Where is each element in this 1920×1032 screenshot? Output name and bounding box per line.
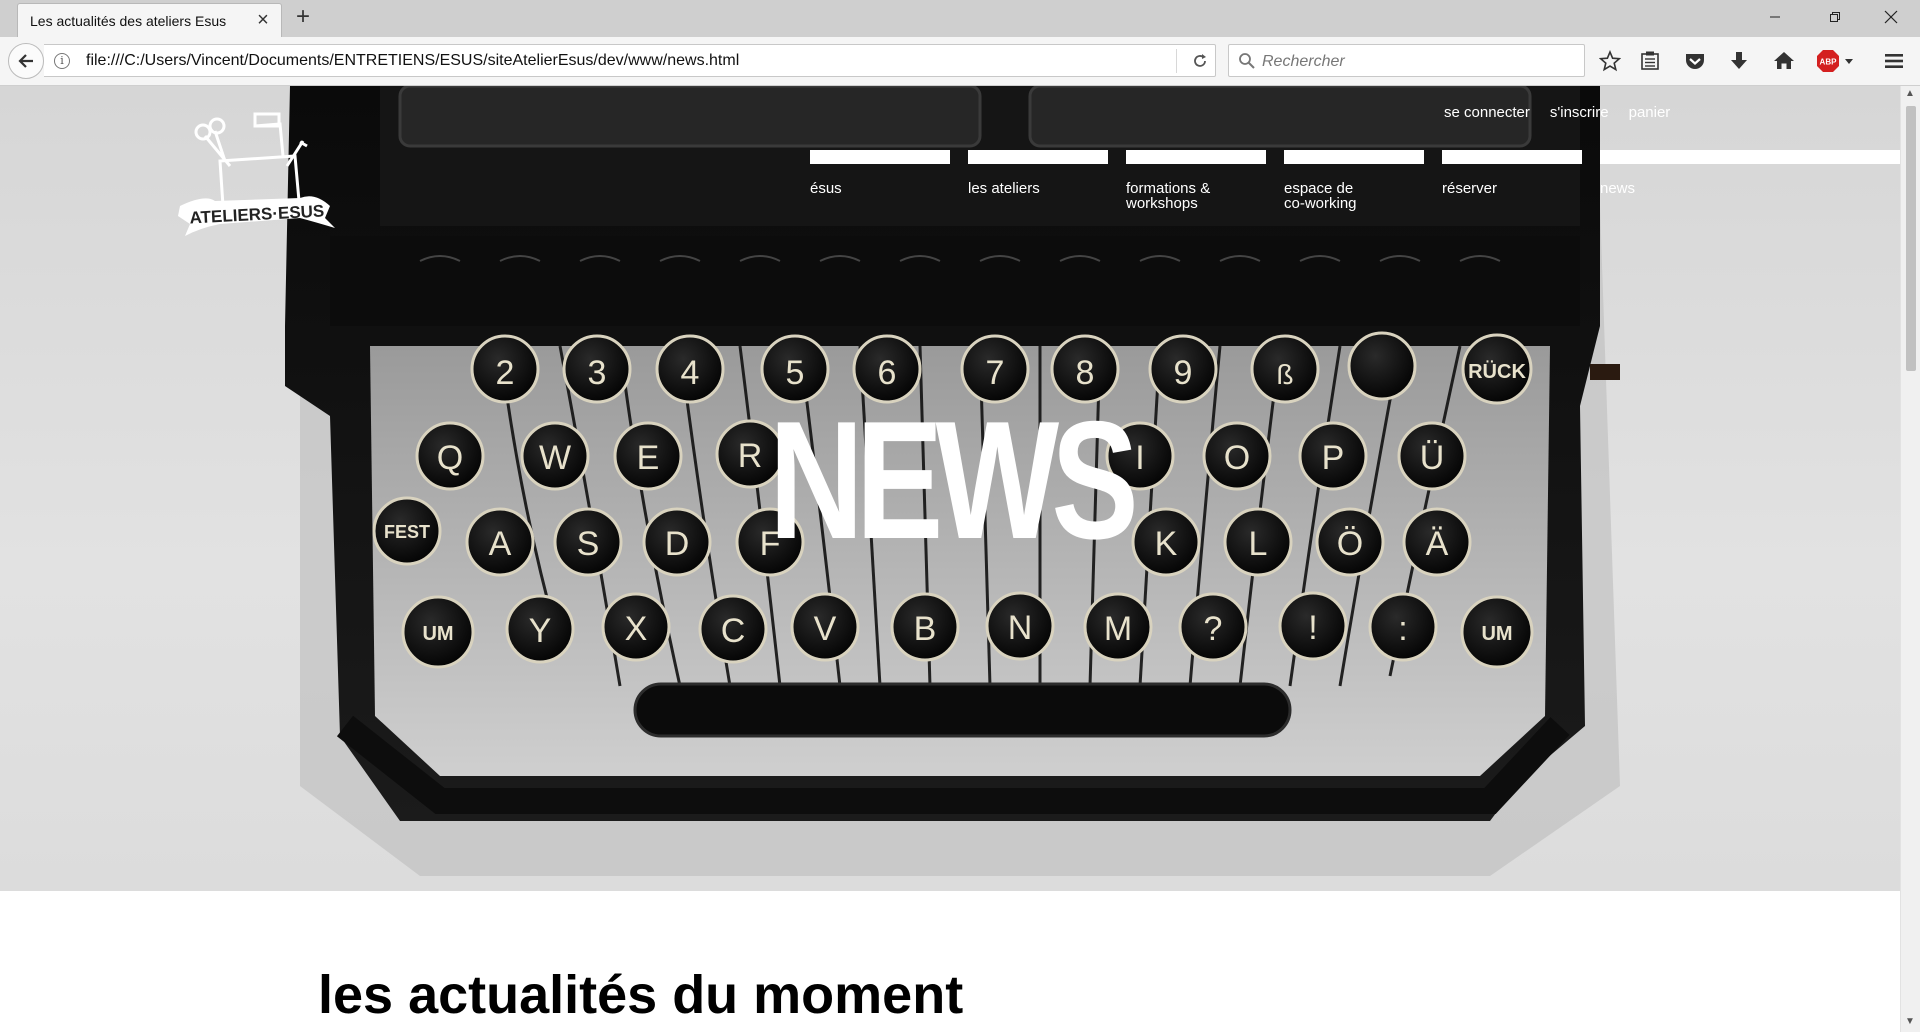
adblock-label: ABP xyxy=(1820,58,1838,67)
url-bar[interactable]: i file:///C:/Users/Vincent/Documents/ENT… xyxy=(44,44,1216,77)
close-window-button[interactable] xyxy=(1868,0,1914,34)
svg-text:!: ! xyxy=(1308,609,1317,647)
svg-text:ß: ß xyxy=(1276,359,1293,390)
info-icon[interactable]: i xyxy=(54,53,70,69)
svg-text::: : xyxy=(1398,610,1407,648)
nav-label: ésus xyxy=(810,180,842,197)
svg-text:9: 9 xyxy=(1174,354,1193,392)
cart-link[interactable]: panier xyxy=(1629,104,1671,121)
svg-text:4: 4 xyxy=(681,354,700,392)
scroll-thumb[interactable] xyxy=(1906,106,1916,371)
download-icon[interactable] xyxy=(1725,47,1753,75)
section-title: les actualités du moment xyxy=(318,965,964,1025)
url-separator xyxy=(1176,49,1177,73)
close-tab-icon[interactable]: × xyxy=(253,10,273,30)
svg-text:N: N xyxy=(1008,609,1033,647)
menu-icon[interactable] xyxy=(1880,47,1908,75)
nav-label: espace de co-working xyxy=(1284,180,1357,212)
back-arrow-icon xyxy=(18,54,33,68)
pocket-icon[interactable] xyxy=(1681,47,1709,75)
url-text[interactable]: file:///C:/Users/Vincent/Documents/ENTRE… xyxy=(86,52,739,70)
ateliers-esus-logo[interactable]: ATELIERS·ESUS xyxy=(175,106,335,236)
tab-bar: Les actualités des ateliers Esus × + xyxy=(0,0,1920,37)
browser-toolbar: i file:///C:/Users/Vincent/Documents/ENT… xyxy=(0,37,1920,86)
login-link[interactable]: se connecter xyxy=(1444,104,1530,121)
svg-text:V: V xyxy=(814,610,837,648)
hero-title: NEWS xyxy=(769,386,1139,574)
nav-label: news xyxy=(1600,180,1636,197)
svg-text:3: 3 xyxy=(588,354,607,392)
svg-text:RÜCK: RÜCK xyxy=(1468,360,1526,383)
nav-bar-indicator xyxy=(1284,150,1424,164)
svg-text:?: ? xyxy=(1204,610,1223,648)
nav-label: formations & workshops xyxy=(1126,180,1211,212)
svg-text:B: B xyxy=(914,610,937,648)
search-bar[interactable]: Rechercher xyxy=(1228,44,1585,77)
nav-label: les ateliers xyxy=(968,180,1040,197)
nav-item-ateliers[interactable]: les ateliers xyxy=(968,150,1108,230)
hero-banner: 234 567 89ß RÜCK QWER IOPÜ FEST ASDF KLÖ… xyxy=(0,86,1900,891)
nav-bar-indicator xyxy=(1126,150,1266,164)
svg-text:UM: UM xyxy=(422,623,453,645)
nav-label: réserver xyxy=(1442,180,1498,197)
nav-bar-indicator xyxy=(1600,150,1900,164)
svg-text:C: C xyxy=(721,612,746,650)
page-scrollbar[interactable]: ▲ ▼ xyxy=(1900,86,1920,1032)
nav-item-esus[interactable]: ésus xyxy=(810,150,950,230)
reload-icon[interactable] xyxy=(1190,51,1210,71)
minimize-window-button[interactable] xyxy=(1752,0,1798,34)
home-icon[interactable] xyxy=(1770,47,1798,75)
browser-tab[interactable]: Les actualités des ateliers Esus × xyxy=(17,3,282,37)
search-icon xyxy=(1239,53,1255,69)
signup-link[interactable]: s'inscrire xyxy=(1550,104,1609,121)
page-viewport: 234 567 89ß RÜCK QWER IOPÜ FEST ASDF KLÖ… xyxy=(0,86,1900,1032)
reading-list-icon[interactable] xyxy=(1636,47,1664,75)
nav-bar-indicator xyxy=(1442,150,1582,164)
nav-item-coworking[interactable]: espace de co-working xyxy=(1284,150,1424,230)
nav-item-reserver[interactable]: réserver xyxy=(1442,150,1582,230)
new-tab-button[interactable]: + xyxy=(291,5,315,30)
adblock-icon[interactable]: ABP xyxy=(1815,47,1857,75)
nav-item-formations[interactable]: formations & workshops xyxy=(1126,150,1266,230)
scroll-up-arrow-icon[interactable]: ▲ xyxy=(1905,88,1915,99)
main-navigation: ésus les ateliers formations & workshops… xyxy=(810,150,1900,230)
tab-title: Les actualités des ateliers Esus xyxy=(30,13,227,29)
nav-item-news[interactable]: news xyxy=(1600,150,1900,230)
svg-text:UM: UM xyxy=(1481,623,1512,645)
svg-text:Y: Y xyxy=(529,612,552,650)
search-placeholder: Rechercher xyxy=(1262,53,1345,70)
star-icon[interactable] xyxy=(1596,47,1624,75)
restore-window-button[interactable] xyxy=(1812,0,1858,34)
nav-bar-indicator xyxy=(810,150,950,164)
back-button[interactable] xyxy=(8,43,44,79)
svg-text:M: M xyxy=(1104,610,1132,648)
nav-bar-indicator xyxy=(968,150,1108,164)
account-links: se connecter s'inscrire panier xyxy=(1444,104,1670,121)
scroll-down-arrow-icon[interactable]: ▼ xyxy=(1905,1016,1915,1027)
svg-text:2: 2 xyxy=(496,354,515,392)
svg-text:X: X xyxy=(625,610,648,648)
